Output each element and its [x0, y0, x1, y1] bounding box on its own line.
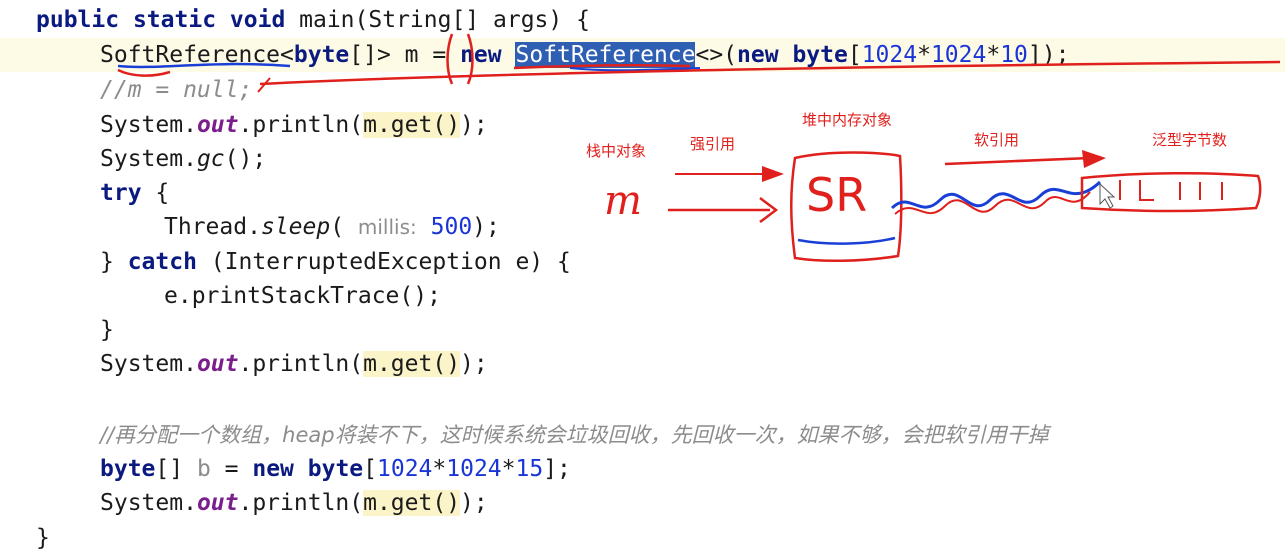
code-line-12: //再分配一个数组，heap将装不下，这时候系统会垃圾回收，先回收一次，如果不够… [100, 418, 1285, 452]
keyword: try [100, 180, 142, 206]
parameter-hint: millis: [357, 215, 417, 239]
code-line-15: } [36, 521, 1285, 555]
code-text: System. [100, 146, 197, 172]
code-text: e.printStackTrace(); [164, 283, 441, 309]
number-literal: 1024 [377, 456, 433, 482]
code-text: ); [460, 112, 488, 138]
static-method: gc [196, 146, 225, 172]
code-text: < [280, 42, 294, 68]
code-text: { [141, 180, 170, 206]
keyword: new [460, 42, 502, 68]
keyword: public [36, 7, 120, 33]
static-field: out [196, 351, 239, 377]
hand-sr: SR [806, 168, 868, 222]
label-stack-object: 栈中对象 [586, 142, 647, 160]
keyword: byte [100, 456, 156, 482]
code-text: = [210, 456, 253, 482]
code-text: .println( [238, 112, 364, 138]
highlighted-call: m.get() [363, 351, 461, 377]
number-literal: 1024 [446, 456, 502, 482]
keyword: static [132, 7, 217, 33]
code-text: ); [460, 490, 488, 516]
code-text: .println( [238, 490, 364, 516]
code-text: * [986, 42, 1001, 68]
code-text: (InterruptedException e) { [196, 249, 571, 275]
keyword: new [252, 456, 294, 482]
code-text: [] [155, 456, 197, 482]
code-text: * [917, 42, 931, 68]
variable-b: b [196, 456, 211, 482]
code-text: Thread. [164, 214, 261, 240]
number-literal: 15 [515, 456, 544, 482]
code-text: } [100, 249, 128, 275]
hand-m: m [604, 178, 642, 224]
label-heap-object: 堆中内存对象 [802, 111, 893, 129]
code-text: System. [100, 490, 197, 516]
code-text: []> [349, 42, 405, 68]
keyword: byte [293, 42, 350, 68]
number-literal: 10 [1000, 42, 1028, 68]
code-text: [ [363, 456, 377, 482]
static-method: sleep [260, 214, 331, 240]
code-line-3: //m = null; [100, 73, 1285, 107]
code-text: main(String[] args) { [285, 7, 590, 33]
code-text: * [501, 456, 516, 482]
comment: //再分配一个数组，heap将装不下，这时候系统会垃圾回收，先回收一次，如果不够… [100, 423, 1049, 447]
highlighted-call: m.get() [363, 112, 461, 138]
code-text: System. [100, 351, 197, 377]
code-line-11: System.out.println(m.get()); [100, 347, 1285, 381]
code-line-2-current: SoftReference<byte[]> m = new SoftRefere… [0, 38, 1285, 72]
code-text: ); [472, 214, 500, 240]
keyword: byte [792, 42, 848, 68]
static-field: out [196, 490, 239, 516]
code-text: } [36, 525, 50, 551]
code-line-1: public static void main(String[] args) { [36, 3, 1285, 37]
code-text: ]); [1027, 42, 1070, 68]
code-line-9: e.printStackTrace(); [164, 279, 1285, 313]
variable-m: m [404, 42, 419, 68]
number-literal: 1024 [861, 42, 918, 68]
code-text: * [432, 456, 447, 482]
code-text: (); [224, 146, 267, 172]
number-literal: 1024 [930, 42, 987, 68]
code-text: ( [330, 214, 358, 240]
code-line-13: byte[] b = new byte[1024*1024*15]; [100, 452, 1285, 486]
keyword: byte [307, 456, 364, 482]
static-field: out [196, 112, 239, 138]
code-text: <>( [695, 42, 738, 68]
keyword: catch [127, 249, 197, 275]
keyword: void [229, 7, 286, 33]
label-soft-ref: 软引用 [974, 131, 1020, 149]
comment: //m = null; [100, 77, 253, 103]
code-text: } [100, 317, 114, 343]
code-text: [ [847, 42, 862, 68]
code-line-7: Thread.sleep( millis: 500); [164, 210, 1285, 244]
code-text: System. [100, 112, 197, 138]
type-name: SoftReference [100, 42, 281, 68]
code-line-14: System.out.println(m.get()); [100, 486, 1285, 520]
label-generic-bytes: 泛型字节数 [1152, 131, 1228, 149]
code-text: = [418, 42, 461, 68]
label-strong-ref: 强引用 [690, 135, 736, 153]
code-text: .println( [238, 351, 364, 377]
number-literal: 500 [430, 214, 473, 240]
code-line-8: } catch (InterruptedException e) { [100, 245, 1285, 279]
keyword: new [737, 42, 779, 68]
highlighted-call: m.get() [363, 490, 461, 516]
code-line-10: } [100, 313, 1285, 347]
code-line-6: try { [100, 176, 1285, 210]
code-text: ); [460, 351, 488, 377]
selected-text[interactable]: SoftReference [515, 42, 696, 68]
code-text: ]; [543, 456, 571, 482]
